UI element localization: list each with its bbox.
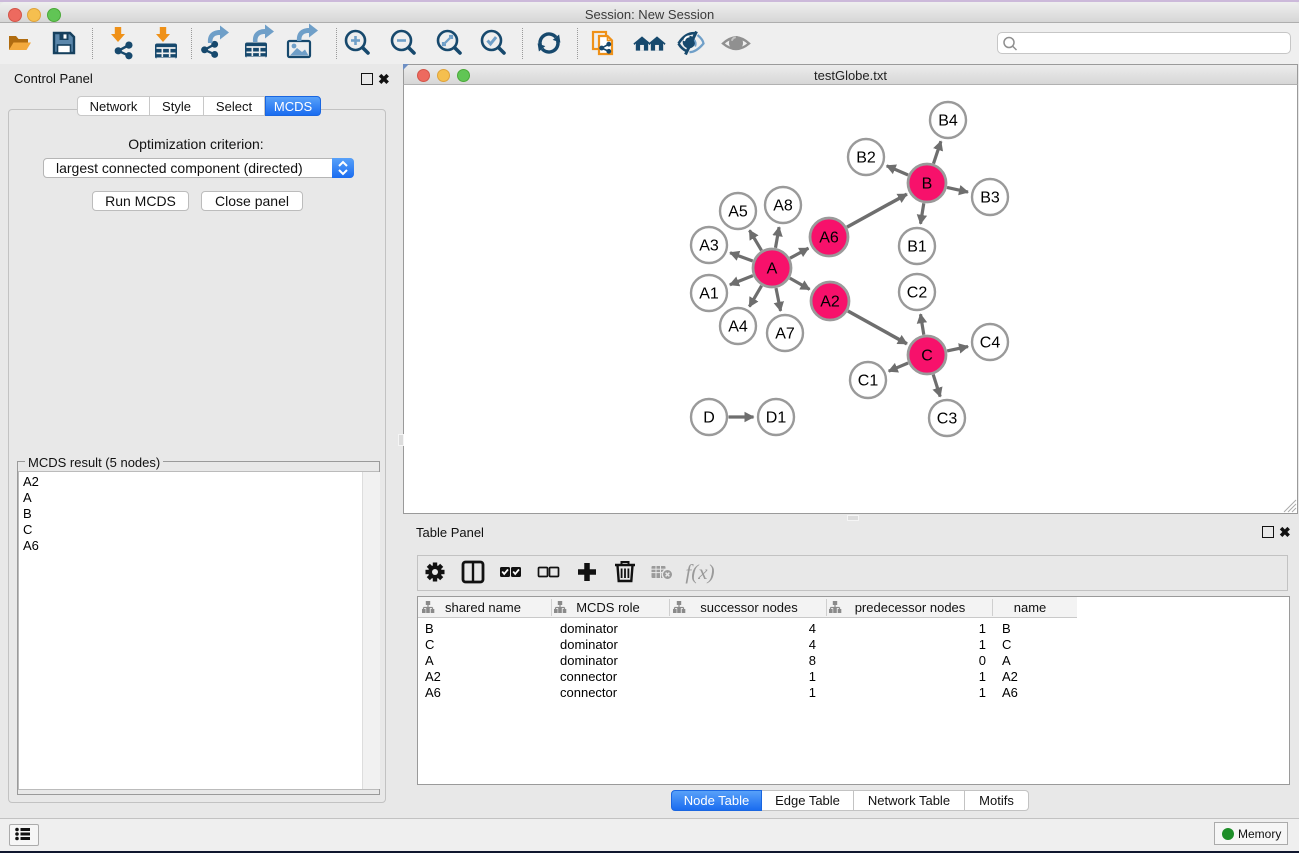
svg-text:C4: C4 — [980, 335, 1001, 352]
svg-text:A6: A6 — [819, 230, 839, 247]
svg-text:f(x): f(x) — [685, 560, 714, 584]
svg-text:C1: C1 — [858, 373, 879, 390]
svg-text:A3: A3 — [699, 238, 719, 255]
svg-text:A4: A4 — [728, 319, 748, 336]
svg-text:D1: D1 — [766, 410, 787, 427]
svg-text:C: C — [921, 348, 933, 365]
svg-text:A2: A2 — [820, 294, 840, 311]
svg-text:B4: B4 — [938, 113, 958, 130]
svg-text:B: B — [922, 176, 933, 193]
svg-text:A1: A1 — [699, 286, 719, 303]
svg-text:D: D — [703, 410, 715, 427]
svg-text:C2: C2 — [907, 285, 928, 302]
svg-text:B3: B3 — [980, 190, 1000, 207]
svg-text:A5: A5 — [728, 204, 748, 221]
svg-text:A7: A7 — [775, 326, 795, 343]
svg-text:A: A — [767, 261, 778, 278]
svg-text:B1: B1 — [907, 239, 927, 256]
svg-text:B2: B2 — [856, 150, 876, 167]
svg-text:A8: A8 — [773, 198, 793, 215]
svg-text:C3: C3 — [937, 411, 958, 428]
